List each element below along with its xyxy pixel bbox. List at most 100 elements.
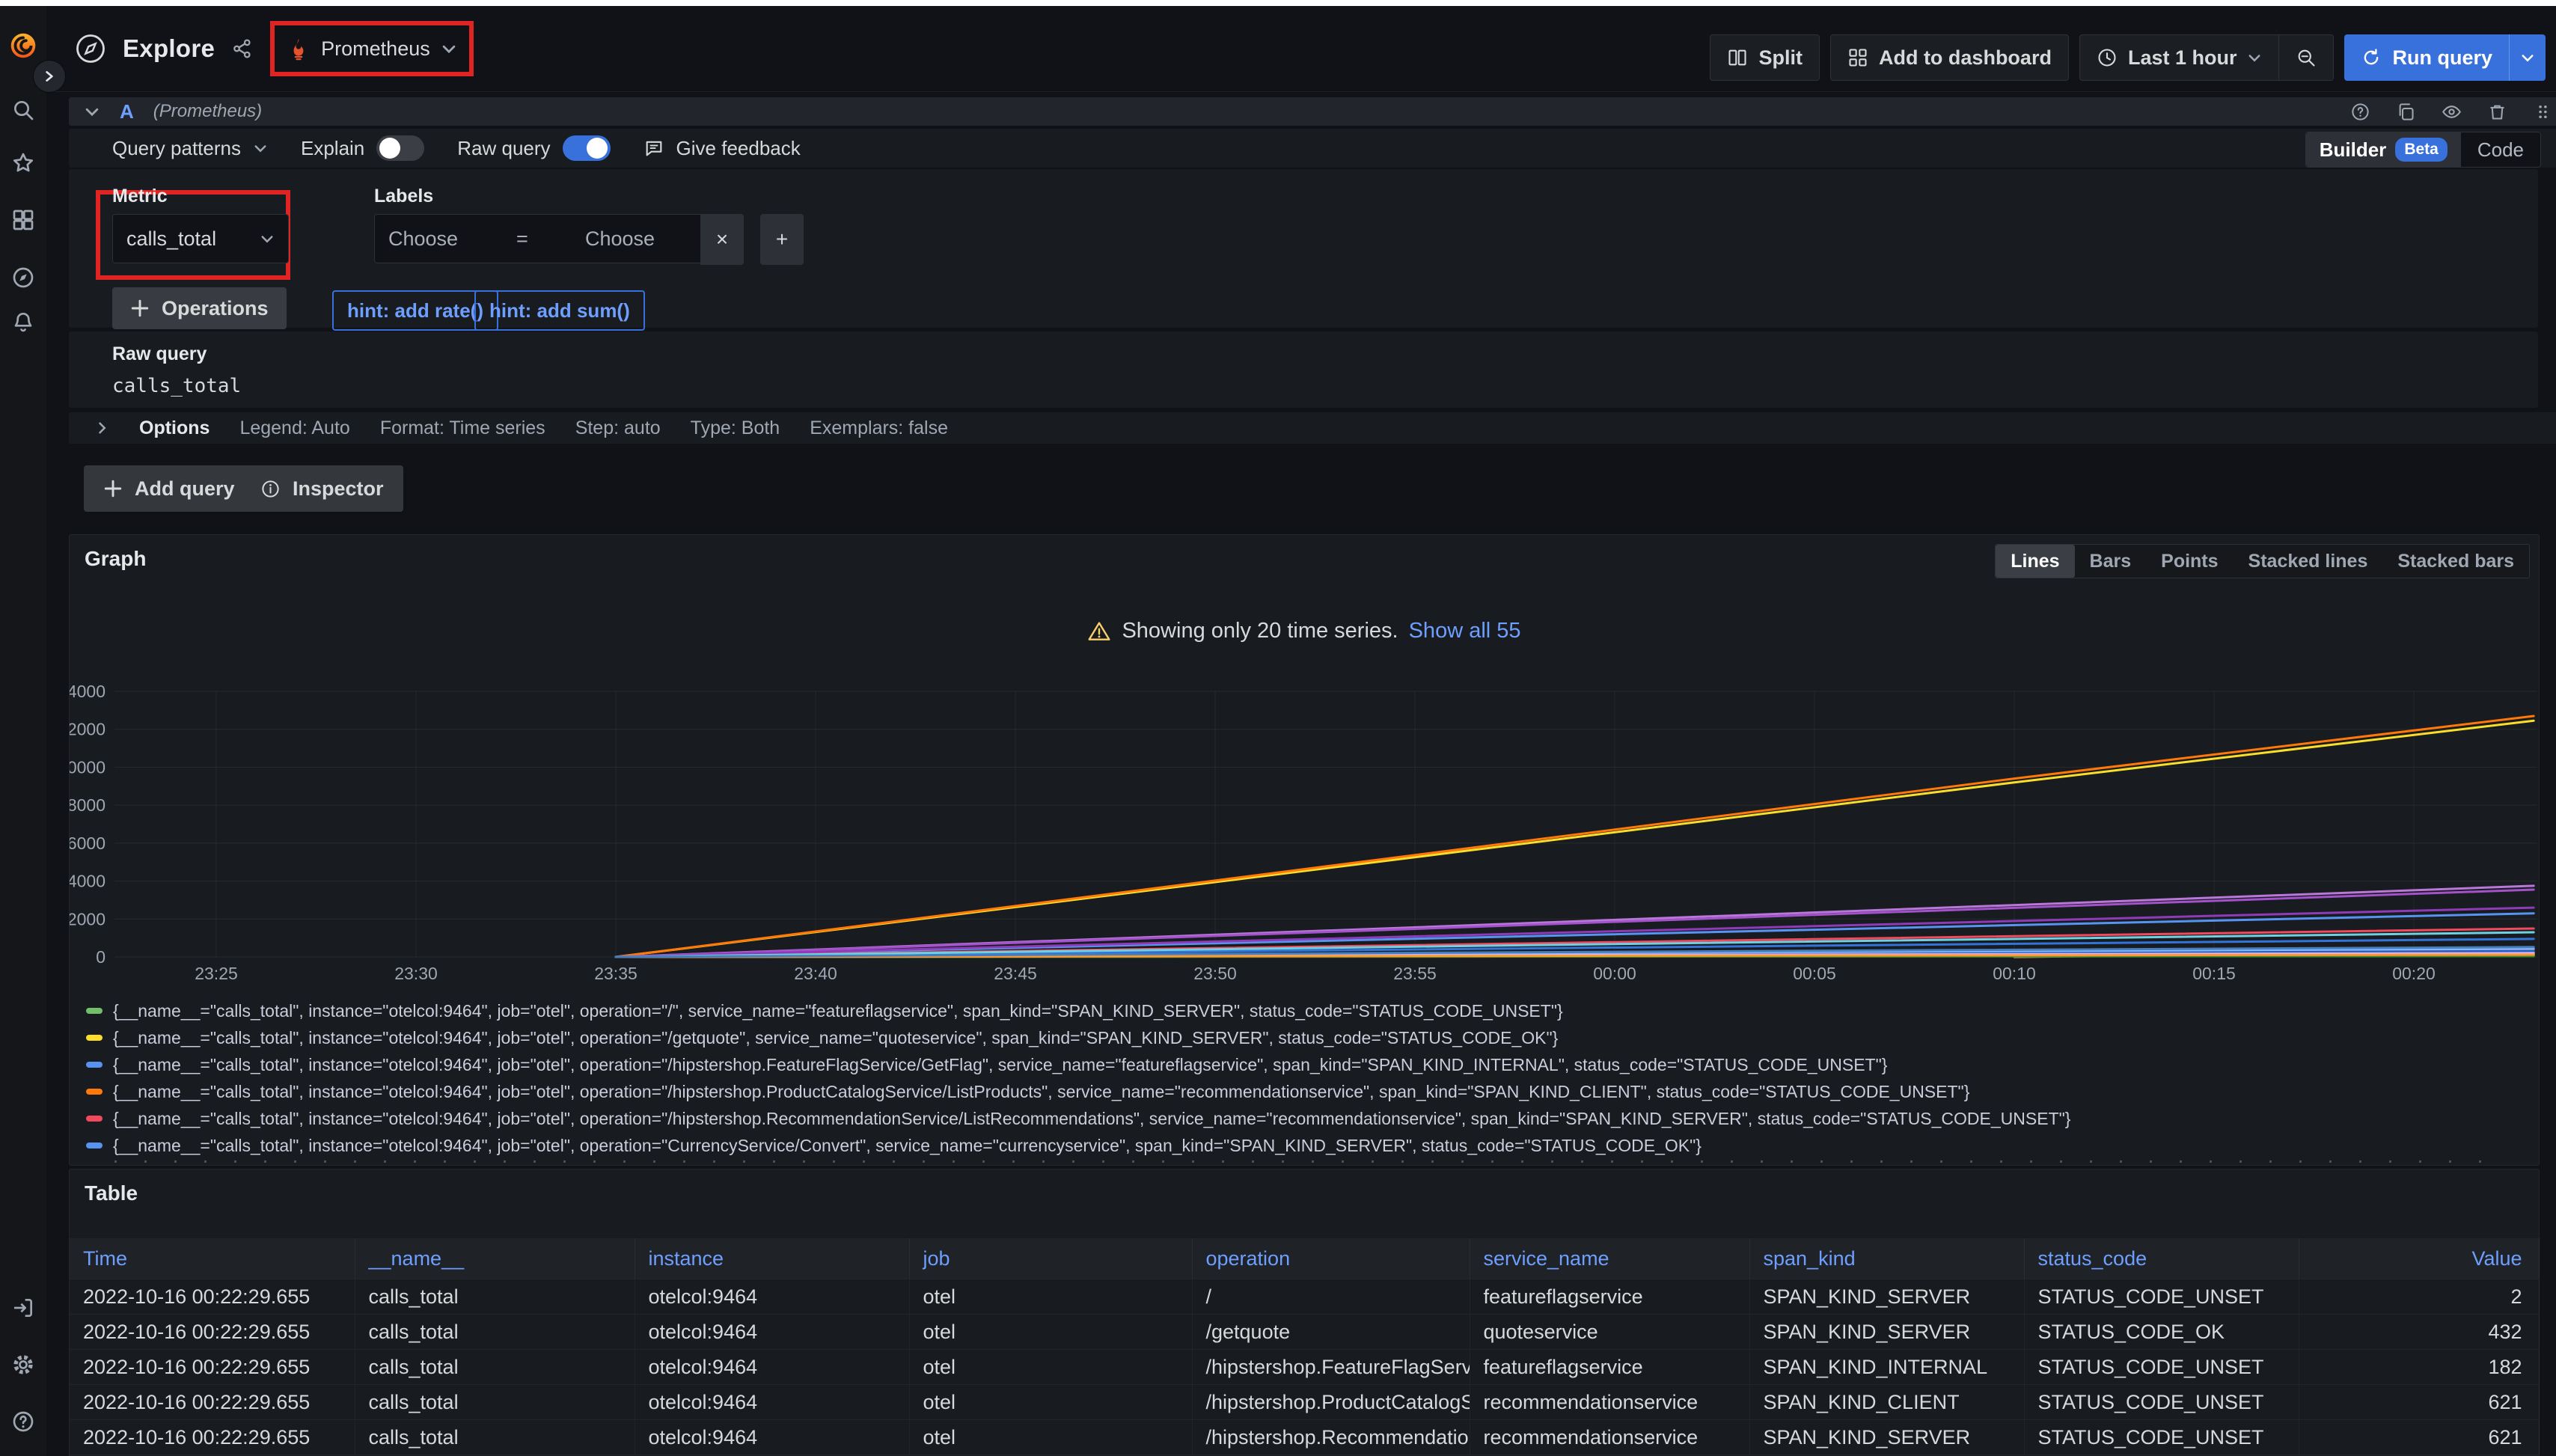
legend-item[interactable]: {__name__="calls_total", instance="otelc… <box>86 997 2070 1024</box>
chevron-down-icon <box>2520 50 2535 65</box>
legend-text: {__name__="calls_total", instance="otelc… <box>113 1055 1887 1075</box>
table-cell: otel <box>909 1420 1192 1455</box>
hint-sum-label: hint: add sum() <box>489 299 630 322</box>
table-cell: 2022-10-16 00:22:29.655 <box>70 1315 355 1350</box>
table-cell: SPAN_KIND_SERVER <box>1749 1420 2024 1455</box>
collapse-chevron-icon[interactable] <box>84 103 100 120</box>
delete-query-trash-icon[interactable] <box>2487 102 2507 122</box>
table-row: 2022-10-16 00:22:29.655calls_totalotelco… <box>70 1350 2539 1385</box>
svg-text:12000: 12000 <box>70 720 106 739</box>
datasource-picker[interactable]: Prometheus <box>270 21 474 76</box>
settings-gear-icon[interactable] <box>11 1353 35 1377</box>
starred-icon[interactable] <box>11 151 35 175</box>
svg-text:00:10: 00:10 <box>1993 964 2036 983</box>
legend-item[interactable]: {__name__="calls_total", instance="otelc… <box>86 1078 2070 1105</box>
explore-compass-icon[interactable] <box>11 266 35 290</box>
hint-add-sum-button[interactable]: hint: add sum() <box>474 290 645 331</box>
legend-item[interactable]: {__name__="calls_total", instance="otelc… <box>86 1024 2070 1051</box>
query-patterns-dropdown[interactable]: Query patterns <box>112 137 268 160</box>
column-header-service_name[interactable]: service_name <box>1470 1238 1749 1279</box>
query-ref-id: A <box>120 100 134 123</box>
legend-text: {__name__="calls_total", instance="otelc… <box>113 1136 1702 1156</box>
graph-mode-bars[interactable]: Bars <box>2075 545 2147 578</box>
table-cell: 2022-10-16 00:22:29.655 <box>70 1420 355 1455</box>
query-options-row[interactable]: Options Legend: Auto Format: Time series… <box>69 412 2556 444</box>
builder-tab[interactable]: Builder Beta <box>2306 132 2461 167</box>
alerting-bell-icon[interactable] <box>11 310 35 334</box>
drag-handle-icon[interactable] <box>2533 102 2553 122</box>
add-query-button[interactable]: Add query <box>84 465 254 512</box>
query-builder-editor: Metric calls_total Labels Choose = Choos… <box>69 169 2538 328</box>
expand-sidebar-button[interactable] <box>33 60 66 93</box>
hide-query-eye-icon[interactable] <box>2442 102 2462 122</box>
warning-triangle-icon <box>1087 620 1111 643</box>
legend-swatch <box>86 1116 103 1122</box>
raw-query-label: Raw query <box>457 137 550 160</box>
dashboards-icon[interactable] <box>11 208 35 232</box>
show-all-series-link[interactable]: Show all 55 <box>1409 619 1521 643</box>
hint-add-rate-button[interactable]: hint: add rate() <box>332 290 498 331</box>
run-query-button[interactable]: Run query <box>2344 34 2546 81</box>
top-nav: Explore Prometheus <box>46 6 2556 92</box>
column-header-status_code[interactable]: status_code <box>2024 1238 2299 1279</box>
give-feedback-link[interactable]: Give feedback <box>643 137 801 160</box>
table-cell: 621 <box>2299 1420 2539 1455</box>
remove-label-filter-button[interactable]: × <box>700 214 744 265</box>
add-to-dashboard-button[interactable]: Add to dashboard <box>1830 34 2069 81</box>
graph-mode-stacked-lines[interactable]: Stacked lines <box>2234 545 2383 578</box>
sidebar <box>0 6 46 1456</box>
graph-mode-lines[interactable]: Lines <box>1996 545 2074 578</box>
help-icon[interactable] <box>11 1410 35 1434</box>
sign-in-icon[interactable] <box>11 1296 35 1320</box>
search-icon[interactable] <box>11 98 35 122</box>
column-header-span_kind[interactable]: span_kind <box>1749 1238 2024 1279</box>
graph-mode-points[interactable]: Points <box>2146 545 2233 578</box>
time-series-chart[interactable]: 0200040006000800010000120001400023:2523:… <box>70 674 2539 988</box>
table-cell: /hipstershop.ProductCatalogS... <box>1192 1385 1470 1420</box>
query-help-icon[interactable] <box>2350 102 2370 122</box>
share-icon[interactable] <box>231 37 254 60</box>
time-range-picker[interactable]: Last 1 hour <box>2079 34 2279 81</box>
column-header-value[interactable]: Value <box>2299 1238 2539 1279</box>
legend-item[interactable]: {__name__="calls_total", instance="otelc… <box>86 1132 2070 1159</box>
info-circle-icon <box>260 479 281 499</box>
page-title: Explore <box>123 34 215 63</box>
hint-rate-label: hint: add rate() <box>347 299 483 322</box>
table-cell: quoteservice <box>1470 1315 1749 1350</box>
split-button[interactable]: Split <box>1710 34 1820 81</box>
plus-icon <box>130 299 150 318</box>
options-format: Format: Time series <box>380 417 545 439</box>
table-row: 2022-10-16 00:22:29.655calls_totalotelco… <box>70 1420 2539 1455</box>
table-cell: otelcol:9464 <box>635 1350 909 1385</box>
table-panel: Table Time__name__instancejoboperationse… <box>69 1169 2540 1456</box>
table-cell: 621 <box>2299 1385 2539 1420</box>
operations-button[interactable]: Operations <box>112 287 287 329</box>
column-header-job[interactable]: job <box>909 1238 1192 1279</box>
results-table: Time__name__instancejoboperationservice_… <box>70 1238 2540 1455</box>
column-header-__name__[interactable]: __name__ <box>355 1238 635 1279</box>
add-to-dashboard-label: Add to dashboard <box>1879 46 2052 70</box>
explain-toggle[interactable] <box>376 135 424 161</box>
zoom-out-icon <box>2296 47 2317 68</box>
code-tab[interactable]: Code <box>2461 138 2540 162</box>
graph-mode-stacked-bars[interactable]: Stacked bars <box>2382 545 2529 578</box>
plus-icon <box>103 479 123 498</box>
legend-item[interactable]: {__name__="calls_total", instance="otelc… <box>86 1105 2070 1132</box>
grafana-logo-icon[interactable] <box>6 28 40 63</box>
metric-select[interactable]: calls_total <box>112 214 289 263</box>
table-cell: 2 <box>2299 1279 2539 1315</box>
column-header-instance[interactable]: instance <box>635 1238 909 1279</box>
legend-item[interactable]: {__name__="calls_total", instance="otelc… <box>86 1051 2070 1078</box>
inspector-button[interactable]: Inspector <box>241 465 403 512</box>
add-label-filter-button[interactable]: + <box>760 214 804 265</box>
copy-query-icon[interactable] <box>2396 102 2416 122</box>
query-row-header[interactable]: A (Prometheus) <box>69 97 2556 126</box>
column-header-time[interactable]: Time <box>70 1238 355 1279</box>
run-query-dropdown[interactable] <box>2509 34 2546 81</box>
column-header-operation[interactable]: operation <box>1192 1238 1470 1279</box>
svg-text:8000: 8000 <box>70 795 106 815</box>
chevron-down-icon <box>2247 50 2262 65</box>
query-toolbar: Query patterns Explain Raw query Give fe… <box>69 129 2556 168</box>
raw-query-toggle[interactable] <box>563 135 611 161</box>
zoom-out-time-button[interactable] <box>2278 34 2334 81</box>
